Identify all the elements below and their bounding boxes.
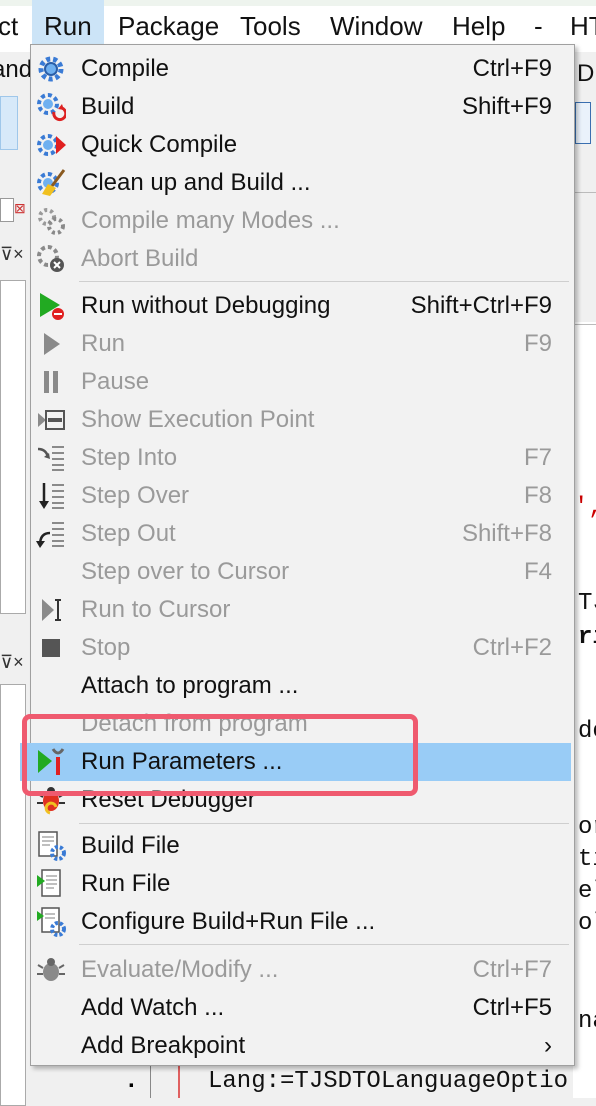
editor-gutter	[150, 1064, 151, 1098]
menu-item-evaluate-modify[interactable]: Evaluate/Modify ... Ctrl+F7	[31, 951, 574, 989]
step-into-icon	[36, 443, 66, 473]
step-out-icon	[36, 519, 66, 549]
menu-item-build-file[interactable]: Build File	[31, 827, 574, 865]
left-toolbar-text: and	[0, 56, 33, 83]
menu-separator	[79, 823, 569, 824]
editor-area: D	[573, 52, 596, 1098]
code-fragment: ',	[574, 494, 596, 521]
gear-refresh-icon	[36, 92, 68, 122]
menu-item-step-over-to-cursor[interactable]: Step over to Cursor F4	[31, 553, 574, 591]
menu-item-add-watch[interactable]: Add Watch ... Ctrl+F5	[31, 989, 574, 1027]
gear-stop-icon	[36, 244, 66, 274]
code-fragment: ti	[578, 846, 596, 873]
code-fragment: or	[578, 814, 596, 841]
menu-item-quick-compile[interactable]: Quick Compile	[31, 126, 574, 164]
stop-icon	[36, 633, 66, 663]
menu-item-clean-build[interactable]: Clean up and Build ...	[31, 164, 574, 202]
run-to-cursor-icon	[36, 595, 66, 625]
gears-icon	[36, 206, 66, 236]
filter-clear-icon-2[interactable]: ⊽×	[0, 652, 24, 673]
menu-item-compile-many-modes[interactable]: Compile many Modes ...	[31, 202, 574, 240]
right-toolbar-text: D	[577, 60, 595, 87]
run-file-icon	[36, 869, 66, 899]
play-no-debug-icon	[36, 291, 66, 321]
left-panel: and ⊠ ⊽× ⊽×	[0, 52, 33, 1106]
evaluate-icon	[36, 955, 66, 985]
editor-margin-line	[178, 1064, 180, 1098]
run-menu: Compile Ctrl+F9 Build Shift+F9 Quick Com…	[20, 44, 575, 1066]
menu-item-add-breakpoint[interactable]: Add Breakpoint ›	[31, 1027, 574, 1065]
code-fragment: do	[578, 718, 596, 745]
step-over-icon	[36, 481, 66, 511]
menu-project[interactable]: ct	[0, 0, 28, 52]
gear-broom-icon	[36, 168, 66, 198]
code-fragment: ol	[578, 910, 596, 937]
submenu-arrow-icon: ›	[544, 1032, 552, 1059]
code-fragment: TJ	[578, 590, 596, 617]
editor-divider-2	[573, 324, 596, 325]
menu-item-show-execution-point[interactable]: Show Execution Point	[31, 401, 574, 439]
menu-item-configure-build-run-file[interactable]: Configure Build+Run File ...	[31, 903, 574, 941]
code-fragment: el	[578, 878, 596, 905]
execution-point-icon	[36, 405, 66, 435]
configure-file-icon	[36, 907, 66, 937]
build-file-icon	[36, 831, 66, 861]
left-box[interactable]	[0, 198, 14, 222]
gear-arrow-icon	[36, 130, 66, 160]
pause-icon	[36, 367, 66, 397]
menu-item-run-to-cursor[interactable]: Run to Cursor	[31, 591, 574, 629]
menu-item-step-out[interactable]: Step Out Shift+F8	[31, 515, 574, 553]
left-toolbar-button[interactable]	[0, 96, 18, 150]
menu-item-attach-to-program[interactable]: Attach to program ...	[31, 667, 574, 705]
menu-item-build[interactable]: Build Shift+F9	[31, 88, 574, 126]
editor-divider	[573, 192, 596, 193]
menu-item-compile[interactable]: Compile Ctrl+F9	[31, 50, 574, 88]
gutter-dot: .	[128, 1066, 135, 1093]
code-fragment: na	[578, 1008, 596, 1035]
menu-item-stop[interactable]: Stop Ctrl+F2	[31, 629, 574, 667]
code-line: Lang:=TJSDTOLanguageOptio	[208, 1068, 569, 1095]
menu-separator	[79, 944, 569, 945]
menu-separator	[79, 281, 569, 282]
menu-item-step-into[interactable]: Step Into F7	[31, 439, 574, 477]
menu-item-step-over[interactable]: Step Over F8	[31, 477, 574, 515]
close-icon[interactable]: ⊠	[14, 200, 26, 217]
filter-clear-icon[interactable]: ⊽×	[0, 244, 24, 265]
menu-item-run[interactable]: Run F9	[31, 325, 574, 363]
play-icon	[36, 329, 66, 359]
left-tree-pane	[0, 280, 26, 614]
right-button[interactable]	[575, 102, 591, 144]
code-fragment: ri	[578, 624, 596, 651]
right-toolbar	[573, 52, 596, 322]
menu-item-abort-build[interactable]: Abort Build	[31, 240, 574, 278]
highlight-annotation	[22, 714, 418, 796]
menu-item-run-without-debugging[interactable]: Run without Debugging Shift+Ctrl+F9	[31, 287, 574, 325]
menu-item-pause[interactable]: Pause	[31, 363, 574, 401]
menu-item-run-file[interactable]: Run File	[31, 865, 574, 903]
gear-icon	[36, 54, 66, 84]
